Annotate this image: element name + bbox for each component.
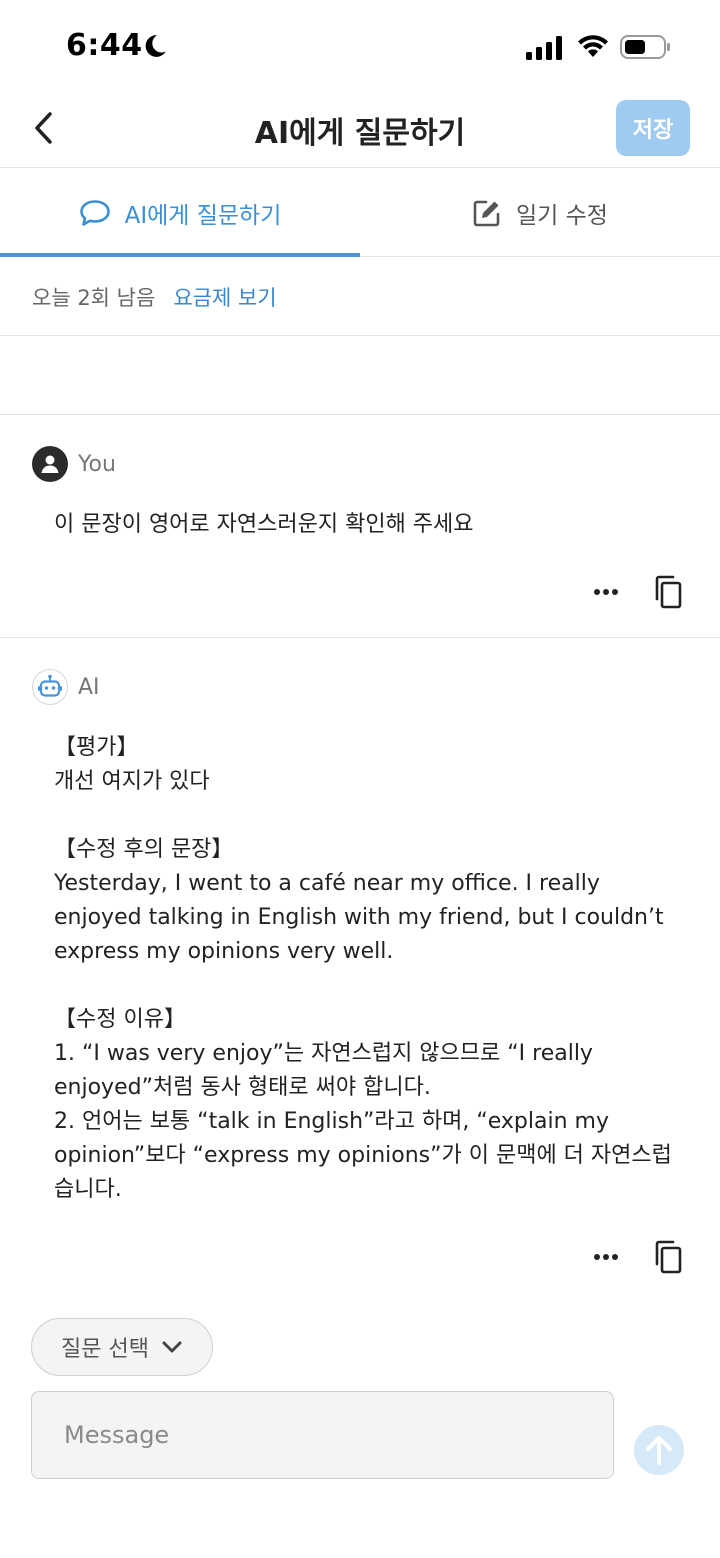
chat-message-ai: AI 【평가】 개선 여지가 있다 【수정 후의 문장】 Yesterday, … [0, 639, 720, 1299]
message-sender: AI [78, 674, 100, 700]
tab-bar: AI에게 질문하기 일기 수정 [0, 169, 720, 257]
chat-bubble-icon [79, 199, 111, 227]
copy-icon[interactable] [648, 572, 688, 612]
user-avatar-icon [32, 446, 68, 482]
status-bar: 6:44 [0, 0, 720, 90]
copy-icon[interactable] [648, 1237, 688, 1277]
moon-icon [142, 33, 168, 63]
question-select-label: 질문 선택 [61, 1337, 149, 1362]
message-text: 이 문장이 영어로 자연스러운지 확인해 주세요 [54, 512, 474, 537]
edit-note-icon [472, 198, 502, 228]
tab-edit-diary-label: 일기 수정 [516, 203, 608, 229]
status-time: 6:44 [66, 28, 143, 63]
message-header: You [32, 446, 116, 482]
usage-quota-row: 오늘 2회 남음 요금제 보기 [0, 258, 720, 336]
view-plans-link[interactable]: 요금제 보기 [173, 282, 276, 312]
robot-avatar-icon [32, 669, 68, 705]
page-title: AI에게 질문하기 [254, 116, 466, 151]
chevron-down-icon [161, 1340, 183, 1354]
wifi-icon [576, 33, 610, 63]
save-button[interactable]: 저장 [616, 100, 690, 156]
message-input[interactable] [31, 1391, 614, 1479]
question-select-button[interactable]: 질문 선택 [31, 1318, 213, 1376]
tab-ask-ai[interactable]: AI에게 질문하기 [0, 169, 360, 257]
chat-message-user: You 이 문장이 영어로 자연스러운지 확인해 주세요 [0, 416, 720, 638]
more-options-icon[interactable] [586, 1237, 626, 1277]
top-app-bar: AI에게 질문하기 저장 [0, 90, 720, 168]
message-actions [586, 1237, 688, 1277]
arrow-up-icon [646, 1436, 672, 1465]
battery-icon [620, 34, 672, 64]
send-button[interactable] [634, 1425, 684, 1475]
tab-edit-diary[interactable]: 일기 수정 [360, 169, 720, 257]
active-tab-indicator [0, 253, 360, 257]
message-actions [586, 572, 688, 612]
spacer-band [0, 337, 720, 415]
remaining-count-text: 오늘 2회 남음 [32, 285, 156, 310]
message-text: 【평가】 개선 여지가 있다 【수정 후의 문장】 Yesterday, I w… [54, 735, 672, 1202]
more-options-icon[interactable] [586, 572, 626, 612]
cellular-signal-icon [526, 36, 564, 64]
tab-ask-ai-label: AI에게 질문하기 [124, 203, 282, 229]
message-sender: You [78, 451, 116, 477]
message-header: AI [32, 669, 100, 705]
